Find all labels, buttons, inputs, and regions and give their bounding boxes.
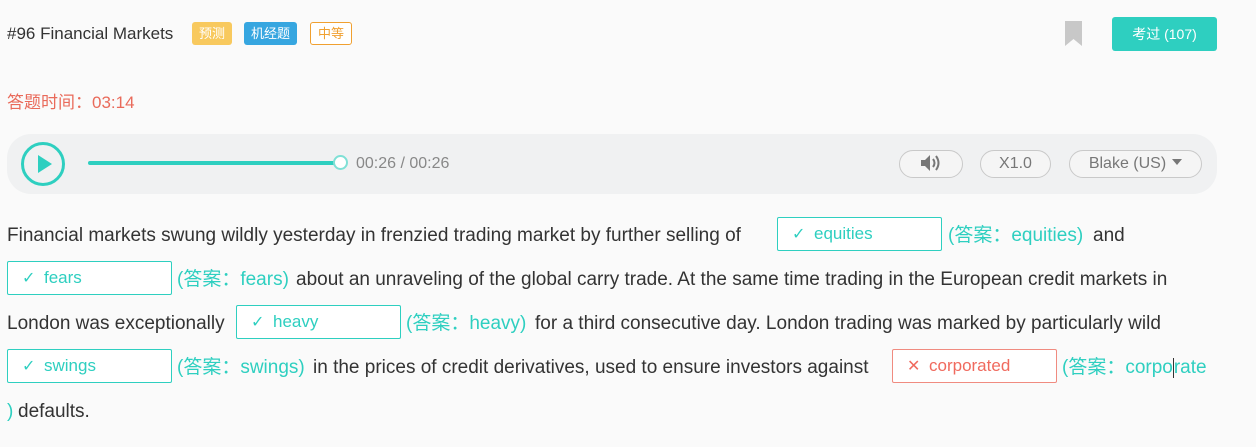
volume-icon [921, 154, 940, 171]
question-header: #96 Financial Markets 预测 机经题 中等 考过 (107) [0, 0, 1256, 70]
question-title: #96 Financial Markets [7, 24, 174, 43]
progress-bar[interactable] [88, 161, 340, 165]
answer-timer: 答题时间：03:14 [7, 88, 135, 113]
blank-input[interactable]: ✓ swings [7, 349, 172, 383]
blank-value: fears [44, 268, 82, 287]
bookmark-icon[interactable] [1065, 21, 1082, 46]
blank-input[interactable]: ✓ heavy [236, 305, 401, 339]
answer-key: (答案：corporate [1062, 356, 1207, 380]
passage-text: London was exceptionally [7, 313, 225, 334]
timer-label: 答题时间： [7, 93, 92, 112]
answer-key-part: (答案：corpo [1062, 357, 1173, 378]
exam-taken-button[interactable]: 考过 (107) [1112, 17, 1217, 51]
voice-select[interactable]: Blake (US) [1069, 150, 1202, 178]
answer-key-close: ) [7, 401, 14, 422]
play-button[interactable] [21, 142, 65, 186]
check-icon: ✓ [792, 226, 806, 243]
answer-key: (答案：equities) [948, 225, 1084, 246]
time-readout: 00:26 / 00:26 [356, 155, 450, 172]
tag-difficulty: 中等 [310, 22, 353, 45]
speed-button[interactable]: X1.0 [980, 150, 1051, 178]
blank-value: swings [44, 356, 96, 375]
blank-input[interactable]: ✓ equities [777, 217, 942, 251]
passage-text: about an unraveling of the global carry … [296, 269, 1168, 290]
answer-key: (答案：heavy) [406, 313, 527, 334]
volume-button[interactable] [899, 150, 963, 178]
tag-predict: 预测 [192, 22, 233, 45]
tag-machine-exam: 机经题 [244, 22, 298, 45]
passage-text: in the prices of credit derivatives, use… [313, 357, 869, 378]
passage-text: defaults. [18, 401, 90, 422]
cross-icon: ✕ [907, 358, 921, 375]
blank-value: heavy [273, 312, 319, 331]
answer-key: (答案：swings) [177, 357, 305, 378]
answer-key: (答案：fears) [177, 269, 289, 290]
passage-text: Financial markets swung wildly yesterday… [7, 225, 741, 246]
blank-input-wrong[interactable]: ✕ corporated [892, 349, 1057, 383]
check-icon: ✓ [22, 358, 36, 375]
play-icon [38, 155, 52, 173]
passage-text: and [1093, 225, 1125, 246]
check-icon: ✓ [251, 314, 265, 331]
audio-player: 00:26 / 00:26 X1.0 Blake (US) [7, 134, 1217, 194]
progress-handle[interactable] [333, 155, 348, 170]
voice-label: Blake (US) [1088, 155, 1167, 172]
passage-text: for a third consecutive day. London trad… [535, 313, 1161, 334]
caret-down-icon [1172, 159, 1183, 166]
blank-value: equities [814, 224, 873, 243]
check-icon: ✓ [22, 270, 36, 287]
blank-value: corporated [929, 356, 1011, 375]
answer-key-part: rate [1173, 357, 1207, 378]
timer-value: 03:14 [92, 93, 135, 112]
blank-input[interactable]: ✓ fears [7, 261, 172, 295]
